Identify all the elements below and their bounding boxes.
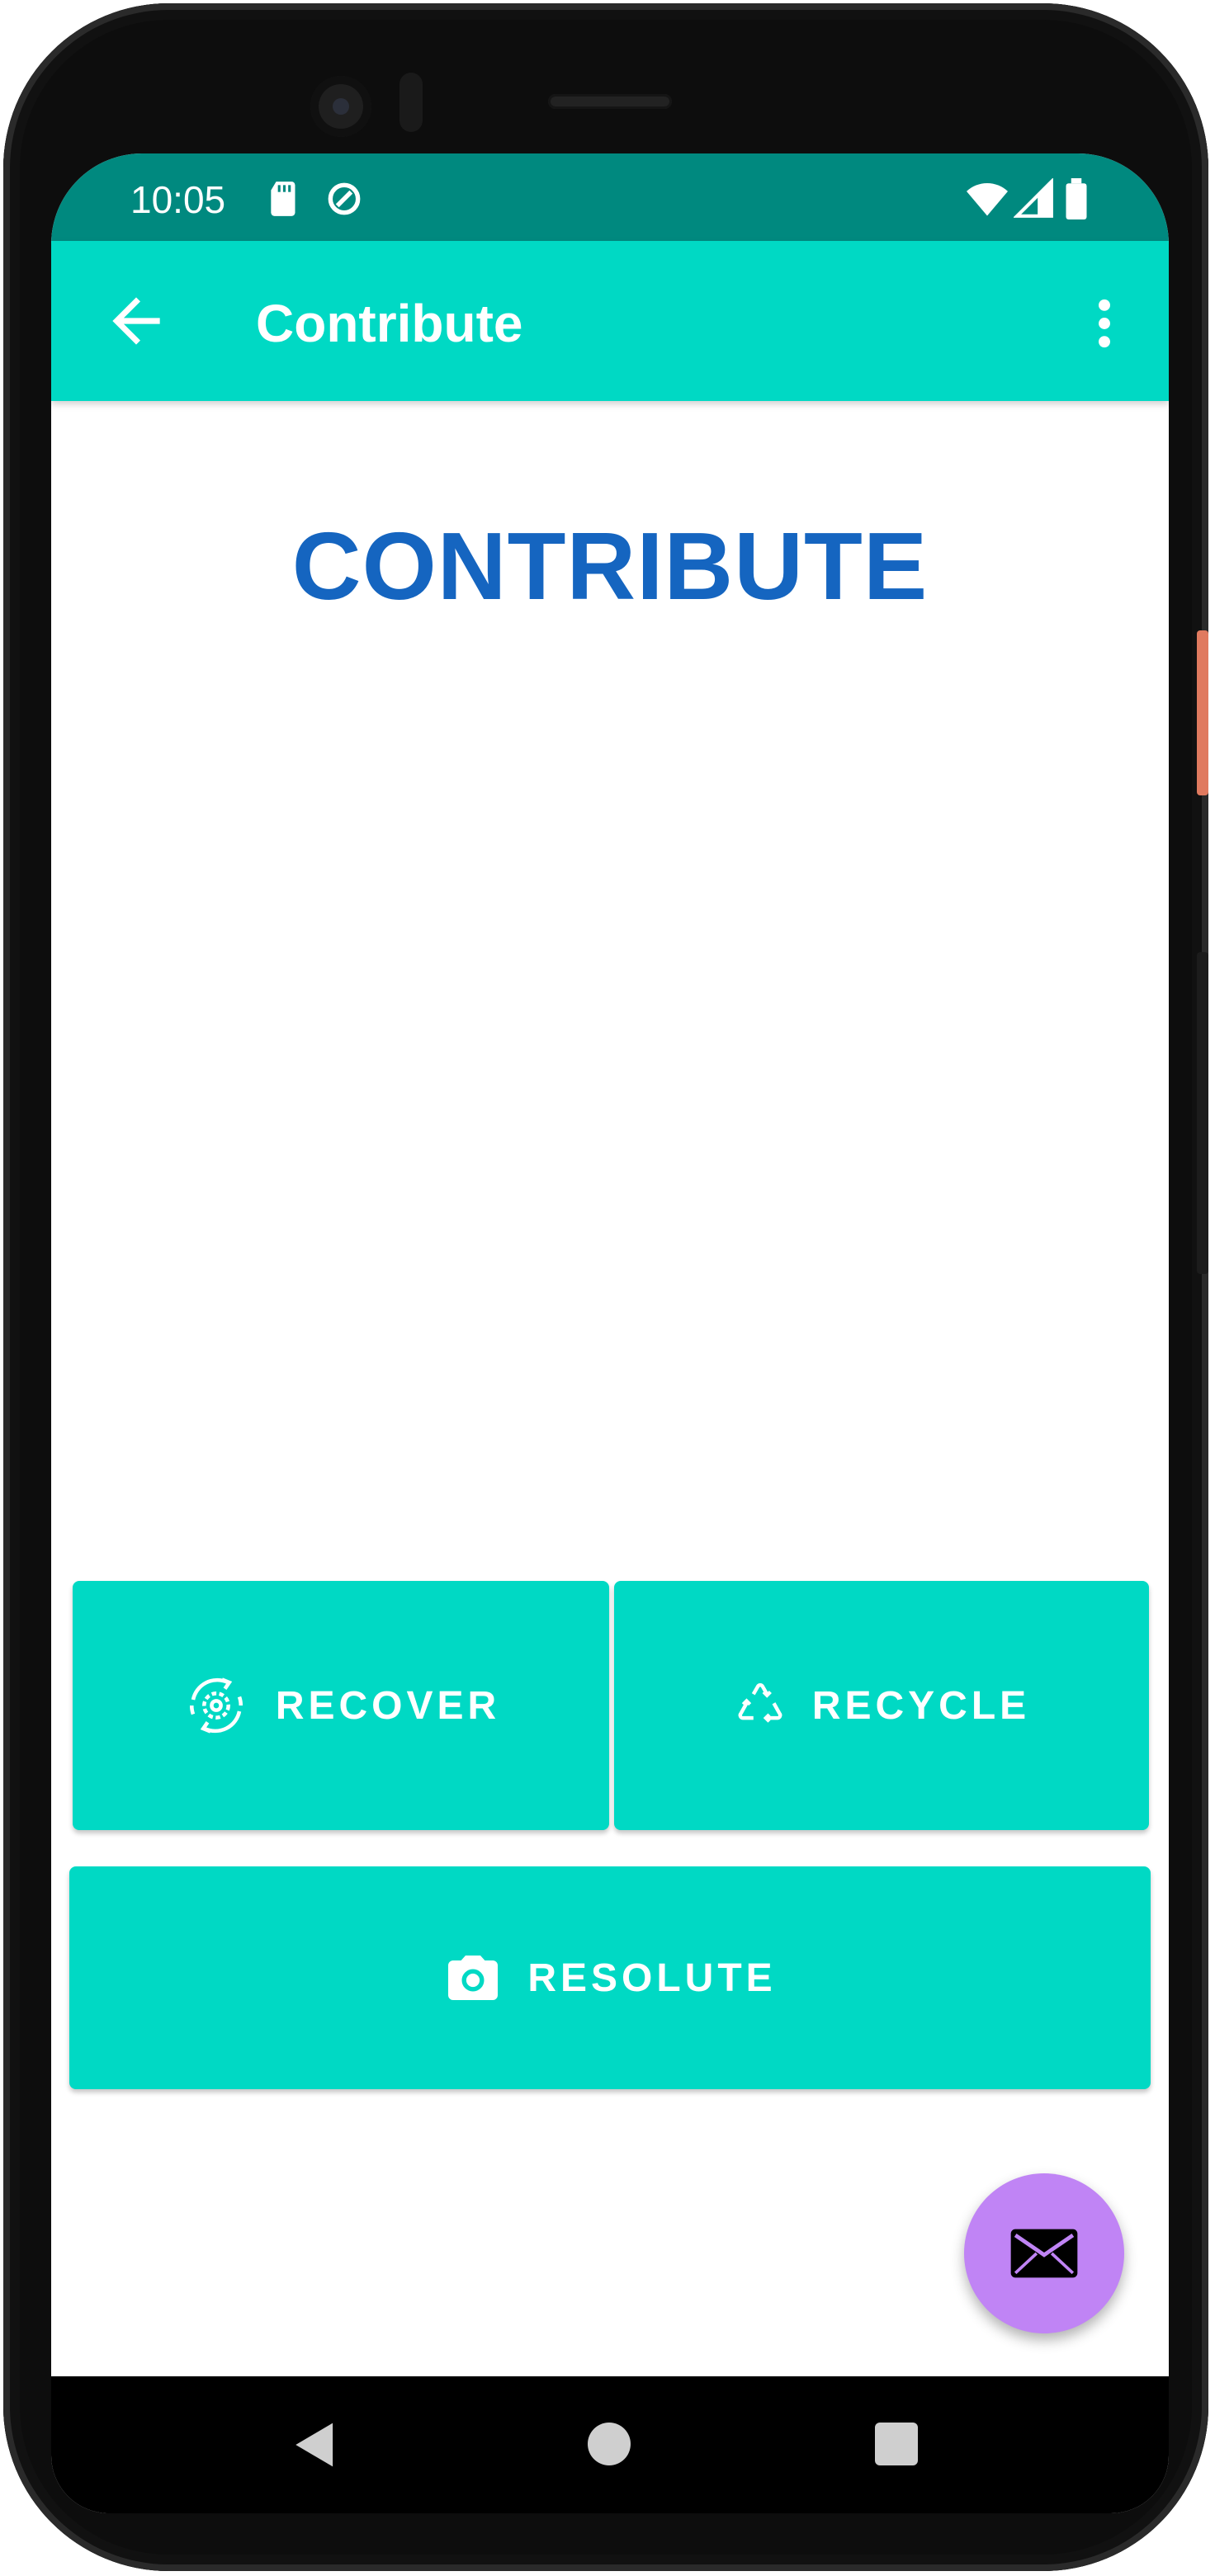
sd-card-icon [264,178,305,219]
earpiece-speaker [548,94,672,109]
recycle-button[interactable]: RECYCLE [614,1581,1149,1830]
proximity-sensor [399,73,423,132]
recycle-label: RECYCLE [811,1683,1031,1728]
recycle-icon [738,1683,782,1723]
page-heading: CONTRIBUTE [291,512,929,620]
resolute-label: RESOLUTE [527,1956,777,2000]
screen: 10:05 Contribute CONTRIBUTE RECOVER RECY… [51,153,1169,2513]
mail-fab-button[interactable] [964,2173,1124,2333]
battery-icon [1063,178,1090,219]
front-camera [310,76,371,137]
power-button [1197,630,1208,795]
recover-button[interactable]: RECOVER [73,1581,609,1830]
cell-signal-icon [1013,177,1055,219]
mail-icon [1010,2229,1078,2278]
status-time: 10:05 [130,178,226,221]
data-saver-icon [324,178,365,219]
nav-home-icon[interactable] [588,2423,631,2465]
arrow-back-icon[interactable] [101,285,172,356]
nav-recents-icon[interactable] [875,2423,918,2465]
resolute-button[interactable]: RESOLUTE [69,1866,1151,2089]
navigation-bar [51,2376,1169,2513]
wifi-icon [964,178,1010,219]
recover-label: RECOVER [275,1683,501,1728]
nav-back-icon[interactable] [292,2421,338,2473]
app-title: Contribute [256,294,523,353]
app-bar: Contribute [51,241,1169,401]
volume-button [1197,952,1208,1274]
camera-icon [448,1956,499,2000]
recover-gear-cycle-icon [189,1677,243,1734]
more-vert-icon[interactable] [1073,290,1136,356]
status-bar: 10:05 [51,153,1169,241]
phone-frame: 10:05 Contribute CONTRIBUTE RECOVER RECY… [3,3,1208,2571]
